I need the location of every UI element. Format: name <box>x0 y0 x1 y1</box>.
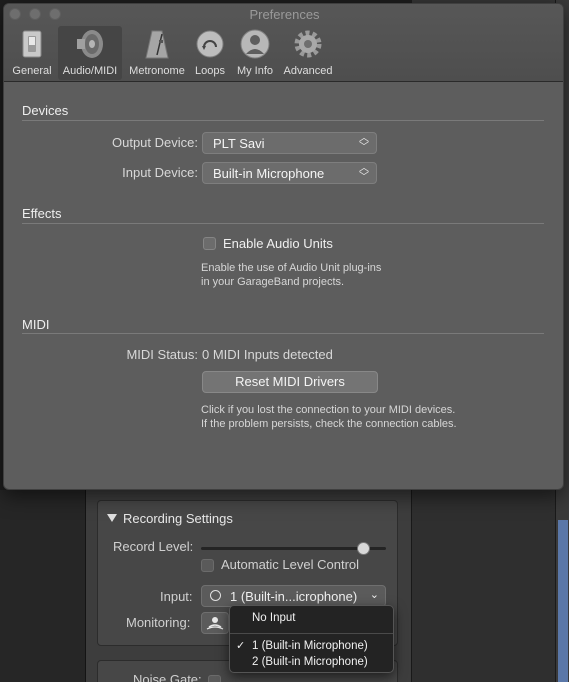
general-switch-icon <box>22 30 42 58</box>
checkmark-icon: ✓ <box>236 640 246 652</box>
menu-item-input-2[interactable]: 2 (Built-in Microphone) <box>230 655 393 671</box>
monitoring-button[interactable] <box>201 612 229 634</box>
input-device-popup[interactable]: Built-in Microphone ︿ ﹀ <box>202 162 377 184</box>
tab-general[interactable]: General <box>8 26 56 80</box>
tab-label: Advanced <box>283 65 333 77</box>
input-device-label: Input Device: <box>122 165 198 180</box>
metronome-icon <box>145 30 169 59</box>
effects-help-line-2: in your GarageBand projects. <box>201 276 345 288</box>
tab-label: Audio/MIDI <box>62 65 118 77</box>
automatic-level-checkbox[interactable] <box>201 559 214 572</box>
enable-audio-units-label: Enable Audio Units <box>223 236 333 251</box>
disclosure-triangle-icon[interactable] <box>107 514 117 523</box>
background-editor-area <box>412 490 569 682</box>
output-device-popup[interactable]: PLT Savi ︿ ﹀ <box>202 132 377 154</box>
enable-audio-units-checkbox[interactable] <box>203 237 216 250</box>
input-device-value: Built-in Microphone <box>213 166 325 181</box>
menu-item-label: No Input <box>252 612 296 624</box>
tab-loops[interactable]: Loops <box>192 26 228 80</box>
input-popup-button[interactable]: 1 (Built-in...icrophone) ⌄ <box>201 585 386 607</box>
section-divider <box>22 120 544 121</box>
midi-heading: MIDI <box>22 317 50 332</box>
record-level-label: Record Level: <box>113 539 194 554</box>
midi-status-value: 0 MIDI Inputs detected <box>202 347 333 362</box>
up-down-arrows-icon: ︿ ﹀ <box>359 163 369 183</box>
blue-region <box>558 520 568 682</box>
loops-icon <box>196 30 224 58</box>
midi-status-label: MIDI Status: <box>126 347 198 362</box>
menu-item-no-input[interactable]: No Input <box>230 611 393 627</box>
devices-heading: Devices <box>22 103 69 118</box>
noise-gate-label: Noise Gate: <box>133 672 202 682</box>
background-track-area <box>0 490 86 682</box>
reset-midi-drivers-button[interactable]: Reset MIDI Drivers <box>202 371 378 393</box>
menu-item-label: 1 (Built-in Microphone) <box>252 640 368 652</box>
tab-advanced[interactable]: Advanced <box>280 26 336 80</box>
tab-label: My Info <box>236 65 274 77</box>
chevron-down-icon: ⌄ <box>369 589 379 601</box>
tab-metronome[interactable]: Metronome <box>125 26 189 80</box>
section-divider <box>22 223 544 224</box>
recording-settings-title: Recording Settings <box>123 511 233 526</box>
speaker-icon <box>77 30 103 58</box>
tab-label: Metronome <box>129 65 185 77</box>
window-title: Preferences <box>249 7 320 22</box>
title-bar: Preferences General Audio/MIDI Metronome… <box>4 4 563 82</box>
input-popup-menu: No Input ✓ 1 (Built-in Microphone) 2 (Bu… <box>229 605 394 673</box>
gear-icon <box>294 30 322 58</box>
effects-heading: Effects <box>22 206 62 221</box>
tab-audio-midi[interactable]: Audio/MIDI <box>58 26 122 80</box>
input-popup-value: 1 (Built-in...icrophone) <box>230 589 358 604</box>
effects-help-line-1: Enable the use of Audio Unit plug-ins <box>201 262 382 274</box>
monitoring-label: Monitoring: <box>126 615 191 630</box>
preferences-window: Preferences General Audio/MIDI Metronome… <box>3 3 564 490</box>
section-divider <box>22 333 544 334</box>
tab-my-info[interactable]: My Info <box>232 26 278 80</box>
up-down-arrows-icon: ︿ ﹀ <box>359 133 369 153</box>
automatic-level-label: Automatic Level Control <box>221 557 360 572</box>
menu-separator <box>230 633 393 634</box>
mono-input-icon <box>210 590 221 601</box>
monitoring-icon <box>206 617 224 630</box>
midi-help-line-2: If the problem persists, check the conne… <box>201 418 457 430</box>
tab-label: Loops <box>195 65 225 77</box>
menu-item-input-1[interactable]: ✓ 1 (Built-in Microphone) <box>230 639 393 655</box>
tab-label: General <box>12 65 52 77</box>
output-device-value: PLT Savi <box>213 136 265 151</box>
menu-item-label: 2 (Built-in Microphone) <box>252 656 368 668</box>
output-device-label: Output Device: <box>112 135 198 150</box>
noise-gate-checkbox[interactable] <box>208 675 221 682</box>
input-label: Input: <box>160 589 193 604</box>
midi-help-line-1: Click if you lost the connection to your… <box>201 404 456 416</box>
user-icon <box>240 29 270 59</box>
